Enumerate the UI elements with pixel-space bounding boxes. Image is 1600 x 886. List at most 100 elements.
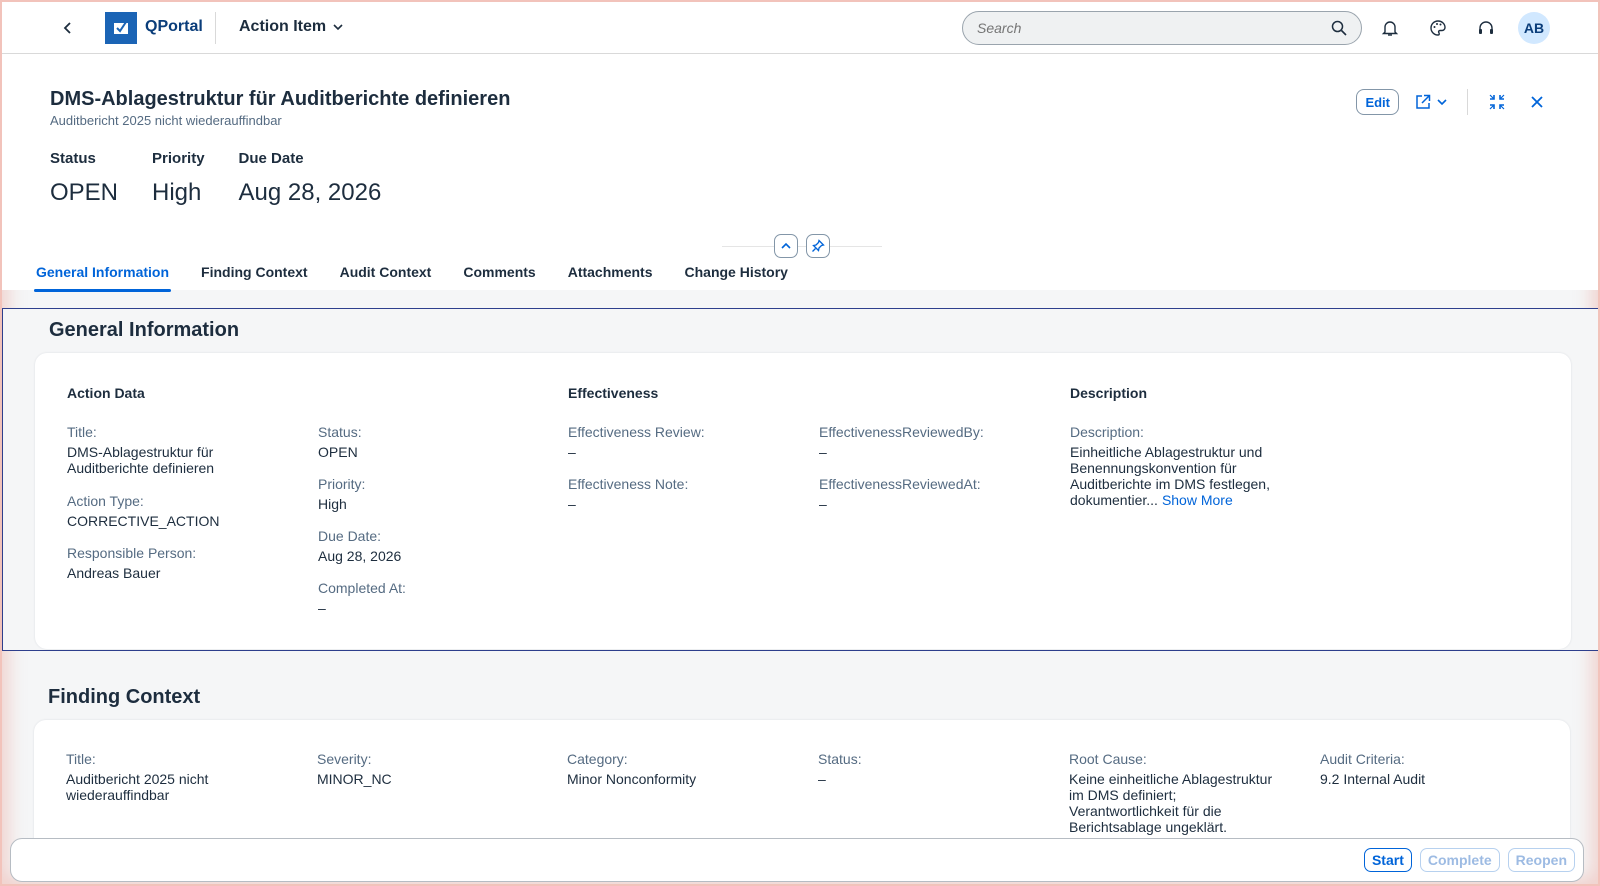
field-value: OPEN	[318, 444, 358, 460]
field-value: Einheitliche Ablagestruktur und Benennun…	[1070, 444, 1285, 508]
search-field[interactable]	[962, 11, 1362, 45]
tab-comments[interactable]: Comments	[463, 256, 535, 292]
edit-button[interactable]: Edit	[1356, 89, 1399, 115]
avatar[interactable]: AB	[1518, 12, 1550, 44]
field-value: Aug 28, 2026	[318, 548, 402, 564]
tab-change-history[interactable]: Change History	[685, 256, 788, 292]
product-name[interactable]: QPortal	[145, 18, 203, 36]
search-input[interactable]	[977, 20, 1331, 36]
field-label: Title:	[66, 751, 96, 767]
kpi-status: Status OPEN	[50, 150, 118, 207]
pin-icon	[812, 239, 825, 252]
field-label: Completed At:	[318, 580, 406, 596]
show-more-link[interactable]: Show More	[1162, 492, 1233, 508]
object-header: DMS-Ablagestruktur für Auditberichte def…	[2, 54, 1598, 292]
complete-button[interactable]: Complete	[1419, 848, 1500, 872]
chevron-down-icon	[333, 24, 343, 31]
reopen-button[interactable]: Reopen	[1507, 848, 1575, 872]
shell-bar: QPortal Action Item AB	[2, 2, 1598, 54]
page-subtitle: Auditbericht 2025 nicht wiederauffindbar	[50, 113, 282, 128]
kpi-priority: Priority High	[152, 150, 205, 207]
kpi-label: Due Date	[238, 150, 304, 167]
field-label: Priority:	[318, 476, 366, 492]
kpi-value: Aug 28, 2026	[238, 179, 382, 206]
field-value: –	[818, 771, 826, 787]
field-value: CORRECTIVE_ACTION	[67, 513, 220, 529]
field-label: Due Date:	[318, 528, 382, 544]
group-title-action-data: Action Data	[67, 385, 145, 401]
exit-fullscreen-button[interactable]	[1482, 88, 1512, 116]
close-button[interactable]	[1522, 88, 1552, 116]
field-label: Status:	[818, 751, 862, 767]
app-frame: QPortal Action Item AB DMS-Ablagestruktu…	[0, 0, 1600, 886]
shell-divider	[215, 12, 216, 44]
field-value: –	[568, 496, 576, 512]
share-menu-button[interactable]	[1409, 88, 1453, 116]
tab-attachments[interactable]: Attachments	[568, 256, 653, 292]
bell-icon	[1381, 21, 1399, 36]
field-value: MINOR_NC	[317, 771, 392, 787]
field-status: Status: OPEN	[318, 424, 548, 460]
section-title: Finding Context	[48, 686, 201, 708]
field-label: Root Cause:	[1069, 751, 1147, 767]
app-title: Action Item	[239, 18, 327, 35]
app-logo-icon	[114, 21, 128, 34]
section-title: General Information	[49, 319, 240, 341]
tab-general-information[interactable]: General Information	[33, 256, 172, 292]
field-value: 9.2 Internal Audit	[1320, 771, 1426, 787]
group-title-effectiveness: Effectiveness	[568, 385, 659, 401]
field-value: High	[318, 496, 347, 512]
pin-header-button[interactable]	[806, 234, 830, 258]
field-completed-at: Completed At: –	[318, 580, 548, 616]
field-severity: Severity: MINOR_NC	[317, 751, 547, 787]
share-icon	[1416, 94, 1431, 109]
collapse-header-button[interactable]	[774, 234, 798, 258]
field-value: –	[819, 444, 827, 460]
theme-button[interactable]	[1424, 14, 1452, 42]
logo[interactable]	[105, 12, 137, 44]
kpi-due-date: Due Date Aug 28, 2026	[239, 150, 382, 207]
field-action-type: Action Type: CORRECTIVE_ACTION	[67, 493, 297, 529]
field-root-cause: Root Cause: Keine einheitliche Ablagestr…	[1069, 751, 1279, 835]
header-actions: Edit	[1356, 88, 1552, 116]
field-value: –	[568, 444, 576, 460]
support-button[interactable]	[1472, 14, 1500, 42]
field-effectiveness-reviewed-at: EffectivenessReviewedAt: –	[819, 476, 1049, 512]
tab-audit-context[interactable]: Audit Context	[340, 256, 432, 292]
chevron-up-icon	[781, 242, 791, 249]
notifications-button[interactable]	[1376, 14, 1404, 42]
field-label: Description:	[1070, 424, 1144, 440]
field-finding-status: Status: –	[818, 751, 1048, 787]
back-button[interactable]	[54, 14, 82, 42]
field-value: Andreas Bauer	[67, 565, 161, 581]
app-title-menu[interactable]: Action Item	[239, 18, 344, 36]
page-title: DMS-Ablagestruktur für Auditberichte def…	[50, 88, 511, 110]
headset-icon	[1479, 21, 1493, 34]
field-value: DMS-Ablagestruktur für Auditberichte def…	[67, 444, 215, 476]
kpi-label: Status	[50, 150, 96, 167]
field-label: Effectiveness Note:	[568, 476, 689, 492]
field-responsible-person: Responsible Person: Andreas Bauer	[67, 545, 297, 581]
field-label: Status:	[318, 424, 362, 440]
start-button[interactable]: Start	[1363, 848, 1412, 872]
footer-actions: Start Complete Reopen	[1363, 848, 1575, 872]
field-label: EffectivenessReviewedAt:	[819, 476, 981, 492]
chevron-down-icon	[1437, 99, 1447, 106]
field-label: Audit Criteria:	[1320, 751, 1405, 767]
general-information-card: Action Data Title: DMS-Ablagestruktur fü…	[35, 353, 1571, 649]
field-value: –	[819, 496, 827, 512]
kpi-label: Priority	[152, 150, 205, 167]
field-label: Action Type:	[67, 493, 144, 509]
tab-finding-context[interactable]: Finding Context	[201, 256, 308, 292]
exit-fullscreen-icon	[1489, 94, 1505, 110]
tab-bar: General Information Finding Context Audi…	[33, 256, 820, 292]
field-due-date: Due Date: Aug 28, 2026	[318, 528, 548, 564]
field-effectiveness-note: Effectiveness Note: –	[568, 476, 798, 512]
field-title: Title: DMS-Ablagestruktur für Auditberic…	[67, 424, 297, 476]
search-icon[interactable]	[1331, 20, 1347, 36]
group-title-description: Description	[1070, 385, 1148, 401]
general-information-section: General Information Action Data Title: D…	[2, 308, 1598, 651]
kpi-value: OPEN	[50, 179, 119, 206]
field-label: Category:	[567, 751, 628, 767]
field-effectiveness-review: Effectiveness Review: –	[568, 424, 798, 460]
